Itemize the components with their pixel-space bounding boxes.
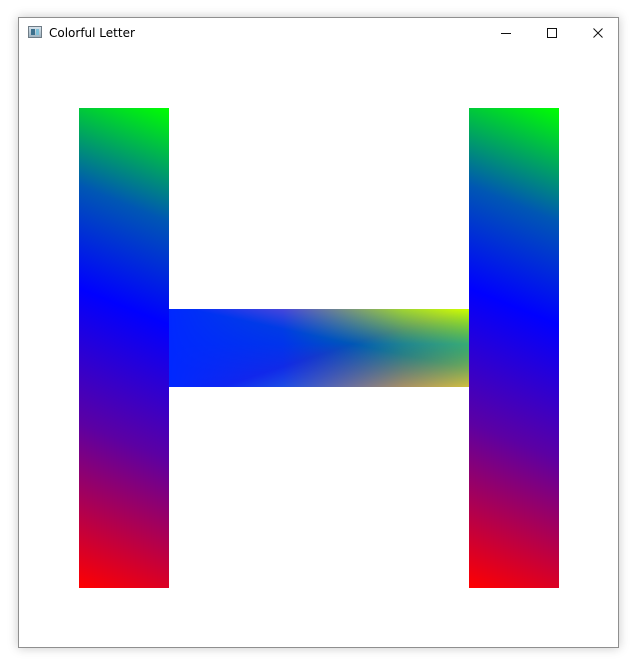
colorful-letter-window: Colorful Letter <box>18 17 619 648</box>
maximize-button[interactable] <box>529 18 575 48</box>
app-icon <box>28 26 42 38</box>
letter-h-left-stem <box>79 108 169 588</box>
title-bar[interactable]: Colorful Letter <box>19 18 618 48</box>
minimize-icon <box>501 33 511 34</box>
client-area <box>19 48 618 647</box>
close-icon <box>593 28 603 38</box>
close-button[interactable] <box>575 18 621 48</box>
letter-h-crossbar <box>169 309 469 387</box>
minimize-button[interactable] <box>483 18 529 48</box>
maximize-icon <box>547 28 557 38</box>
crossbar-gradient-shade <box>169 309 469 387</box>
letter-h-right-stem <box>469 108 559 588</box>
window-title: Colorful Letter <box>49 26 135 40</box>
